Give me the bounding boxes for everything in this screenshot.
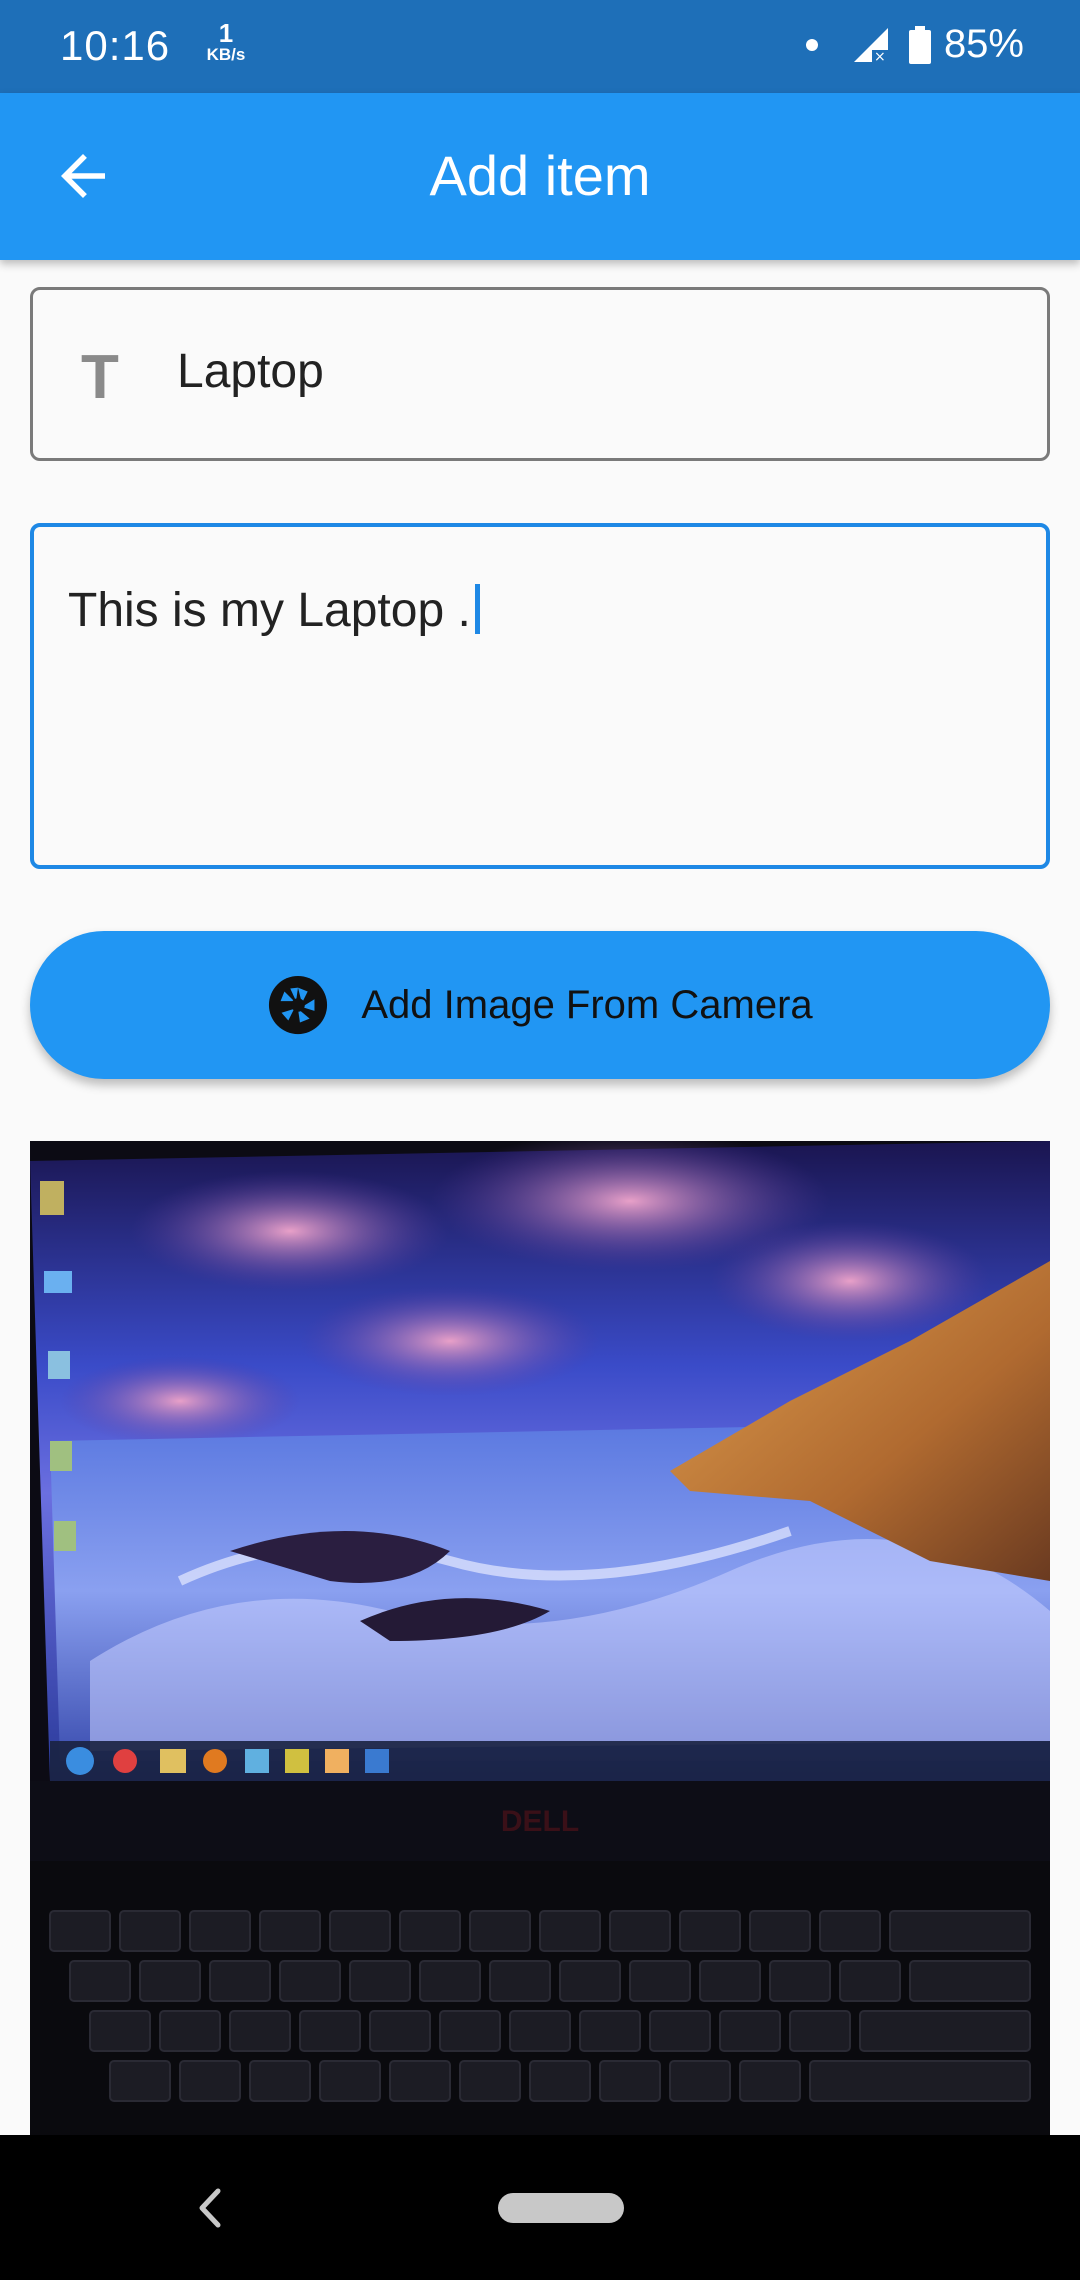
network-speed-unit: KB/s — [206, 45, 246, 64]
laptop-screen-photo: DELL — [30, 1141, 1050, 2135]
nav-back-icon[interactable] — [192, 2185, 226, 2231]
status-time: 10:16 — [60, 22, 171, 69]
photo-image: DELL — [30, 1141, 1050, 2135]
camera-shutter-icon — [269, 975, 328, 1035]
notification-dot-icon — [805, 38, 818, 51]
status-icons: × 85% — [805, 22, 1024, 67]
app-bar: Add item — [0, 93, 1080, 260]
item-description-text: This is my Laptop . — [68, 583, 480, 638]
signal-icon: × — [853, 27, 888, 64]
text-cursor — [474, 584, 480, 634]
page-title: Add item — [429, 144, 651, 207]
svg-text:×: × — [874, 49, 886, 64]
battery-percent: 85% — [943, 22, 1024, 66]
battery-icon — [908, 25, 931, 64]
item-title-value: Laptop — [177, 345, 324, 398]
network-speed: 1 KB/s — [196, 20, 256, 63]
item-title-input[interactable]: T Laptop — [30, 287, 1050, 461]
item-description-value: This is my Laptop . — [68, 584, 471, 637]
add-image-button-label: Add Image From Camera — [361, 982, 813, 1027]
item-description-input[interactable]: This is my Laptop . — [30, 523, 1050, 869]
nav-home-pill[interactable] — [498, 2193, 624, 2223]
text-format-icon: T — [81, 343, 119, 412]
network-speed-value: 1 — [218, 18, 234, 48]
status-bar: 10:16 1 KB/s × 85% — [0, 0, 1080, 93]
system-nav-bar — [0, 2135, 1080, 2280]
svg-text:DELL: DELL — [501, 1805, 579, 1838]
add-image-from-camera-button[interactable]: Add Image From Camera — [30, 931, 1050, 1079]
